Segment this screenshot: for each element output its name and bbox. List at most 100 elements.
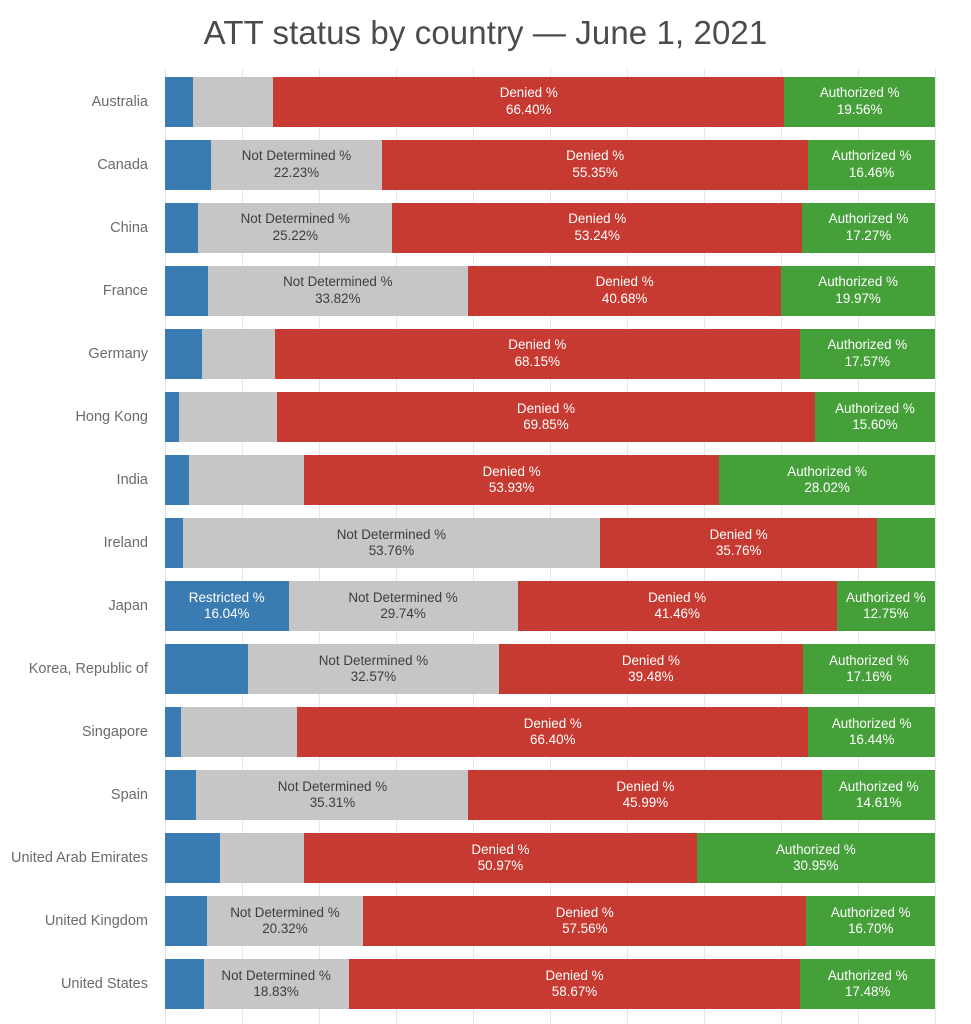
bar-segment-authorized[interactable]: Authorized % 30.95% bbox=[696, 833, 935, 884]
segment-series-label: Denied % bbox=[516, 400, 575, 416]
segment-value-label: 17.27% bbox=[845, 227, 892, 243]
bar-segment-authorized[interactable]: Authorized % 19.97% bbox=[781, 265, 935, 316]
category-axis-label: Germany bbox=[88, 345, 148, 362]
segment-series-label: Not Determined % bbox=[277, 778, 388, 794]
bar-segment-authorized[interactable]: Authorized % bbox=[877, 517, 935, 568]
bar-segment-notdetermined[interactable]: Not Determined % 35.31% bbox=[196, 770, 469, 821]
segment-series-label: Denied % bbox=[499, 85, 558, 101]
bar-segment-authorized[interactable]: Authorized % 17.57% bbox=[799, 328, 935, 379]
bar-segment-restricted[interactable]: Restricted % bbox=[165, 833, 220, 884]
bar-segment-restricted[interactable]: Restricted % bbox=[165, 517, 183, 568]
segment-series-label: Denied % bbox=[545, 968, 604, 984]
bar-row: United Arab Emirates Restricted %Not Dete… bbox=[0, 827, 971, 890]
bar-segment-restricted[interactable]: Restricted % bbox=[165, 644, 249, 695]
bar-row: Japan Restricted % 16.04% Not Determined % 2… bbox=[0, 575, 971, 638]
segment-series-label: Restricted % bbox=[188, 589, 265, 605]
bar-segment-restricted[interactable]: Restricted % bbox=[165, 265, 208, 316]
bar-segment-restricted[interactable]: Restricted % bbox=[165, 139, 211, 190]
bar-segment-notdetermined[interactable]: Not Determined % 22.23% bbox=[210, 139, 383, 190]
category-axis-label: Australia bbox=[91, 93, 148, 110]
bar-segment-denied[interactable]: Denied % 57.56% bbox=[363, 896, 807, 947]
bar-segment-authorized[interactable]: Authorized % 15.60% bbox=[814, 391, 935, 442]
bar-segment-authorized[interactable]: Authorized % 14.61% bbox=[822, 770, 935, 821]
bar-segment-authorized[interactable]: Authorized % 16.70% bbox=[806, 896, 935, 947]
bar-segment-restricted[interactable]: Restricted % bbox=[165, 328, 202, 379]
chart-container: ATT status by country — June 1, 2021 Aus… bbox=[0, 0, 971, 1024]
bar-segment-denied[interactable]: Denied % 40.68% bbox=[467, 265, 782, 316]
bar-segment-restricted[interactable]: Restricted % bbox=[165, 896, 207, 947]
bar-segment-denied[interactable]: Denied % 68.15% bbox=[274, 328, 800, 379]
bar-segment-notdetermined[interactable]: Not Determined % 18.83% bbox=[203, 959, 349, 1010]
stacked-bar: Restricted %Not Determined %53.76%Denied… bbox=[165, 517, 935, 568]
bar-segment-restricted[interactable]: Restricted % bbox=[165, 76, 194, 127]
segment-value-label: 29.74% bbox=[380, 606, 426, 622]
bar-segment-restricted[interactable]: Restricted % bbox=[165, 202, 199, 253]
segment-series-label: Authorized % bbox=[838, 778, 919, 794]
segment-value-label: 41.46% bbox=[654, 606, 700, 622]
bar-segment-notdetermined[interactable]: Not Determined % bbox=[219, 833, 305, 884]
stacked-bar: Restricted %Not Determined %33.82%Denied… bbox=[165, 265, 935, 316]
bar-segment-notdetermined[interactable]: Not Determined % bbox=[193, 76, 274, 127]
bar-segment-notdetermined[interactable]: Not Determined % bbox=[201, 328, 275, 379]
bar-segment-denied[interactable]: Denied % 66.40% bbox=[297, 707, 809, 758]
bar-segment-restricted[interactable]: Restricted % bbox=[165, 391, 179, 442]
category-axis-label: Canada bbox=[97, 156, 148, 173]
segment-series-label: Not Determined % bbox=[230, 905, 340, 921]
plot-area: AustraliaRestricted %Not Determined %Den… bbox=[0, 68, 971, 1024]
bar-segment-notdetermined[interactable]: Not Determined % bbox=[180, 707, 298, 758]
bar-segment-denied[interactable]: Denied % 39.48% bbox=[498, 644, 803, 695]
category-axis-label: Korea, Republic of bbox=[28, 661, 148, 678]
bar-segment-authorized[interactable]: Authorized % 12.75% bbox=[836, 581, 935, 632]
segment-value-label: 32.57% bbox=[350, 669, 397, 685]
bar-segment-denied[interactable]: Denied % 58.67% bbox=[348, 959, 801, 1010]
segment-series-label: Denied % bbox=[523, 715, 582, 731]
stacked-bar: Restricted %Not Determined %25.22%Denied… bbox=[165, 202, 935, 253]
bar-segment-notdetermined[interactable]: Not Determined % 20.32% bbox=[206, 896, 364, 947]
bar-segment-notdetermined[interactable]: Not Determined % bbox=[188, 454, 304, 505]
segment-value-label: 22.23% bbox=[273, 164, 320, 180]
bar-segment-denied[interactable]: Denied % 45.99% bbox=[468, 770, 823, 821]
category-axis-label: China bbox=[110, 219, 148, 236]
bar-segment-notdetermined[interactable]: Not Determined % 33.82% bbox=[207, 265, 468, 316]
bar-segment-restricted[interactable]: Restricted % 16.04% bbox=[165, 581, 289, 632]
segment-series-label: Authorized % bbox=[827, 337, 908, 353]
bar-segment-restricted[interactable]: Restricted % bbox=[165, 959, 204, 1010]
bar-segment-authorized[interactable]: Authorized % 17.48% bbox=[800, 959, 935, 1010]
bar-segment-denied[interactable]: Denied % 35.76% bbox=[599, 517, 878, 568]
bar-segment-restricted[interactable]: Restricted % bbox=[165, 707, 181, 758]
stacked-bar: Restricted %Not Determined %Denied %66.4… bbox=[165, 76, 935, 127]
bar-rows: AustraliaRestricted %Not Determined %Den… bbox=[0, 68, 971, 1024]
bar-segment-authorized[interactable]: Authorized % 17.27% bbox=[802, 202, 935, 253]
bar-segment-denied[interactable]: Denied % 41.46% bbox=[517, 581, 837, 632]
bar-segment-authorized[interactable]: Authorized % 28.02% bbox=[719, 454, 935, 505]
bar-segment-notdetermined[interactable]: Not Determined % 29.74% bbox=[288, 581, 518, 632]
segment-series-label: Not Determined % bbox=[336, 526, 447, 542]
category-axis-label: Hong Kong bbox=[75, 408, 148, 425]
segment-value-label: 19.56% bbox=[836, 101, 883, 117]
bar-segment-denied[interactable]: Denied % 69.85% bbox=[277, 391, 815, 442]
segment-series-label: Not Determined % bbox=[348, 589, 458, 605]
bar-segment-authorized[interactable]: Authorized % 17.16% bbox=[802, 644, 935, 695]
segment-series-label: Not Determined % bbox=[221, 968, 331, 984]
bar-segment-notdetermined[interactable]: Not Determined % 53.76% bbox=[182, 517, 600, 568]
bar-segment-notdetermined[interactable]: Not Determined % 25.22% bbox=[198, 202, 393, 253]
category-axis-label: Ireland bbox=[103, 534, 148, 551]
segment-series-label: Authorized % bbox=[828, 211, 909, 227]
segment-series-label: Authorized % bbox=[831, 715, 912, 731]
bar-segment-denied[interactable]: Denied % 53.24% bbox=[392, 202, 803, 253]
segment-series-label: Authorized % bbox=[831, 148, 912, 164]
segment-series-label: Authorized % bbox=[819, 85, 900, 101]
bar-segment-restricted[interactable]: Restricted % bbox=[165, 454, 189, 505]
bar-row: IndiaRestricted %Not Determined %Denied … bbox=[0, 448, 971, 511]
bar-segment-denied[interactable]: Denied % 50.97% bbox=[304, 833, 697, 884]
bar-segment-denied[interactable]: Denied % 55.35% bbox=[382, 139, 809, 190]
bar-segment-notdetermined[interactable]: Not Determined % 32.57% bbox=[248, 644, 499, 695]
stacked-bar: Restricted %Not Determined %35.31%Denied… bbox=[165, 770, 935, 821]
bar-segment-authorized[interactable]: Authorized % 19.56% bbox=[784, 76, 935, 127]
bar-segment-authorized[interactable]: Authorized % 16.46% bbox=[808, 139, 935, 190]
bar-segment-authorized[interactable]: Authorized % 16.44% bbox=[808, 707, 935, 758]
bar-segment-restricted[interactable]: Restricted % bbox=[165, 770, 197, 821]
bar-segment-denied[interactable]: Denied % 66.40% bbox=[273, 76, 785, 127]
bar-segment-denied[interactable]: Denied % 53.93% bbox=[303, 454, 720, 505]
bar-segment-notdetermined[interactable]: Not Determined % bbox=[178, 391, 278, 442]
